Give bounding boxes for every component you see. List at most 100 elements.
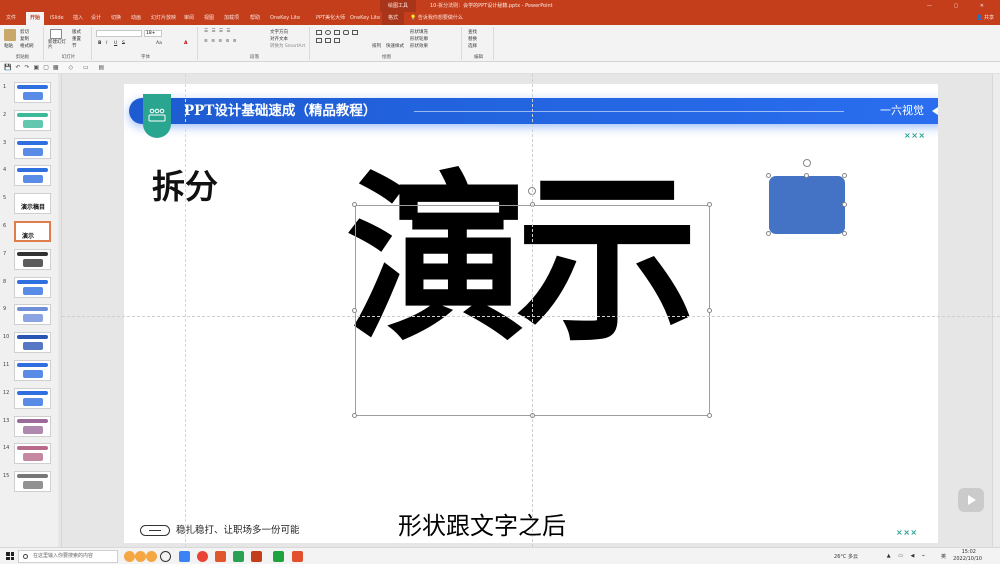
slide-thumbnail[interactable] [14, 248, 51, 270]
align-text-button[interactable]: 对齐文本 [270, 36, 288, 42]
arrange-button[interactable]: 排列 [372, 43, 381, 49]
app-icon-blue[interactable] [179, 551, 190, 562]
resize-handle-tr[interactable] [707, 202, 712, 207]
thumbnails-scrollbar[interactable] [58, 74, 61, 547]
new-slide-button[interactable]: 新建幻灯片 [48, 40, 68, 50]
format-painter-button[interactable]: 格式刷 [20, 43, 34, 49]
slide-thumbnail[interactable] [14, 360, 51, 381]
resize-handle-bl[interactable] [352, 413, 357, 418]
underline-button[interactable]: U [114, 41, 117, 46]
tab-insert[interactable]: 插入 [73, 12, 83, 25]
tab-help[interactable]: 帮助 [250, 12, 260, 25]
rect-handle-mr[interactable] [842, 202, 847, 207]
new-slide-icon[interactable] [50, 29, 62, 39]
tell-me-search[interactable]: 💡 告诉我你想要做什么 [410, 12, 463, 25]
italic-button[interactable]: I [106, 41, 107, 46]
text-direction-button[interactable]: 文字方向 [270, 29, 288, 35]
slide-thumbnail[interactable] [14, 387, 51, 409]
copy-button[interactable]: 复制 [20, 36, 29, 42]
title-banner[interactable]: PPT设计基础速成（精品教程） 一六视觉 [129, 98, 938, 124]
strike-button[interactable]: S [122, 41, 125, 46]
powerpoint-icon[interactable] [251, 551, 262, 562]
emoji-icon-2[interactable] [135, 551, 146, 562]
blue-rounded-rectangle[interactable] [769, 176, 845, 234]
font-name-box[interactable] [96, 30, 142, 37]
guide-vertical[interactable] [532, 74, 533, 547]
rect-handle-tm[interactable] [804, 173, 809, 178]
reset-button[interactable]: 重置 [72, 36, 81, 42]
tab-transitions[interactable]: 切换 [111, 12, 121, 25]
tray-icons[interactable]: ▲ ▭ ◀ ⌁ [887, 553, 928, 559]
tab-addins[interactable]: 加载项 [224, 12, 239, 25]
rect-handle-tl[interactable] [766, 173, 771, 178]
guide-vertical-left[interactable] [185, 74, 186, 547]
slide-thumbnail[interactable] [14, 137, 51, 159]
tab-animations[interactable]: 动画 [131, 12, 141, 25]
tab-review[interactable]: 审阅 [184, 12, 194, 25]
slide-thumbnail[interactable] [14, 443, 51, 465]
window-controls[interactable]: — ▢ ✕ [927, 0, 994, 12]
rect-rotate-handle[interactable] [803, 159, 811, 167]
taskbar-search[interactable]: 在这里输入你要搜索的内容 [18, 550, 118, 563]
shape-gallery-icon[interactable] [316, 30, 322, 35]
resize-handle-mr[interactable] [707, 308, 712, 313]
emoji-icon-1[interactable] [124, 551, 135, 562]
shape-star-icon[interactable] [334, 38, 340, 43]
cut-button[interactable]: 剪切 [20, 29, 29, 35]
share-button[interactable]: 👤 共享 [976, 12, 994, 25]
section-button[interactable]: 节 [72, 43, 77, 49]
windows-start-icon[interactable] [6, 552, 14, 560]
play-button[interactable] [958, 488, 984, 512]
shape-triangle-icon[interactable] [325, 38, 331, 43]
font-size-box[interactable]: 18+ [144, 30, 162, 37]
resize-handle-ml[interactable] [352, 308, 357, 313]
resize-handle-tl[interactable] [352, 202, 357, 207]
smartart-button[interactable]: 转换为 SmartArt [270, 43, 305, 49]
list-icons[interactable]: ☰ ☰ ☰ ☰ [204, 29, 231, 34]
tab-format[interactable]: 格式 [382, 12, 405, 25]
shape-oval-icon[interactable] [325, 30, 331, 35]
app-icon-red[interactable] [292, 551, 303, 562]
slide-thumbnail[interactable] [14, 82, 51, 103]
rect-handle-bl[interactable] [766, 231, 771, 236]
tab-islide[interactable]: iSlide [50, 12, 64, 25]
rect-handle-br[interactable] [842, 231, 847, 236]
slide-thumbnail[interactable] [14, 471, 51, 493]
paste-icon[interactable] [4, 29, 16, 41]
shape-arrow-icon[interactable] [316, 38, 322, 43]
slide-thumbnail[interactable]: 演示稿目 [14, 193, 51, 215]
tab-onekey[interactable]: OneKey Lite [270, 12, 300, 25]
replace-button[interactable]: 替换 [468, 36, 477, 42]
chrome-icon[interactable] [197, 551, 208, 562]
layout-button[interactable]: 版式 [72, 29, 81, 35]
tab-onekey-lite[interactable]: OneKey Lite [350, 12, 380, 25]
editor-scrollbar[interactable] [992, 74, 1000, 547]
app-icon-green[interactable] [233, 551, 244, 562]
rect-handle-tr[interactable] [842, 173, 847, 178]
slide-thumbnail[interactable] [14, 304, 51, 326]
find-button[interactable]: 查找 [468, 29, 477, 35]
slide-thumbnail[interactable] [14, 165, 51, 187]
emoji-icon-3[interactable] [146, 551, 157, 562]
paste-button[interactable]: 粘贴 [4, 43, 13, 49]
weather-text[interactable]: 26°C 多云 [834, 553, 858, 560]
slide-thumbnail[interactable] [14, 415, 51, 437]
wps-icon[interactable] [215, 551, 226, 562]
slide-thumbnail[interactable] [14, 332, 51, 354]
bold-button[interactable]: B [98, 41, 101, 46]
tab-ppt-plugin[interactable]: PPT美化大师 [316, 12, 345, 25]
align-icons[interactable]: ≡ ≡ ≡ ≡ ≡ [204, 39, 238, 44]
slide-thumbnail[interactable]: 演示 [14, 221, 51, 242]
slide-canvas[interactable]: PPT设计基础速成（精品教程） 一六视觉 ××× 拆分 演示 稳扎稳打、让职场多… [124, 84, 938, 543]
slide-thumbnail[interactable] [14, 276, 51, 298]
shape-fill-button[interactable]: 形状填充 [410, 29, 428, 35]
tab-home[interactable]: 开始 [26, 12, 45, 25]
shape-rect-icon[interactable] [334, 30, 340, 35]
shape-line-icon[interactable] [352, 30, 358, 35]
slide-thumbnail[interactable] [14, 109, 51, 131]
shape-rounded-icon[interactable] [343, 30, 349, 35]
guide-horizontal[interactable] [62, 316, 1000, 317]
resize-handle-br[interactable] [707, 413, 712, 418]
shape-outline-button[interactable]: 形状轮廓 [410, 36, 428, 42]
qat-icons[interactable]: 💾↶↷▣▢▦ ◇ ▭ ▤ [4, 64, 108, 71]
